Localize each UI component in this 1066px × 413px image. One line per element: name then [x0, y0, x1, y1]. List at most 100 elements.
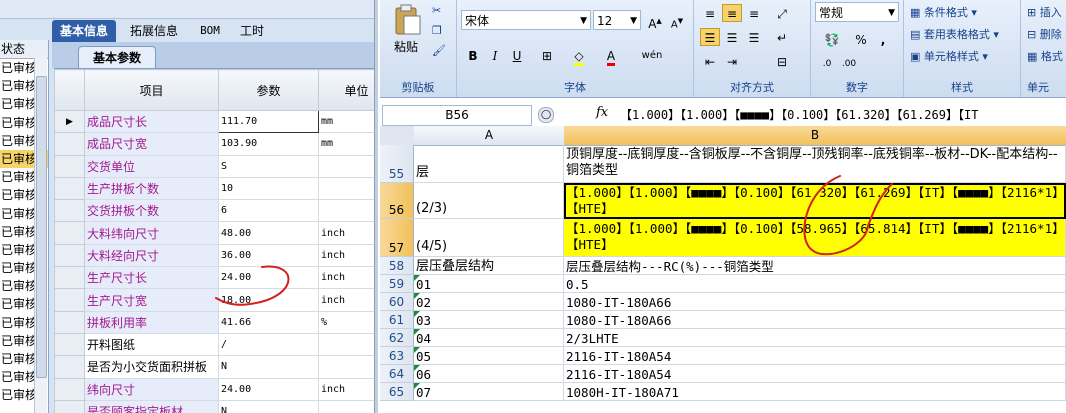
- param-value[interactable]: /: [218, 332, 319, 357]
- tab-bom[interactable]: BOM: [190, 20, 230, 42]
- align-middle-icon[interactable]: ≡: [722, 4, 742, 22]
- cell-a[interactable]: 05: [414, 347, 564, 365]
- cell-b[interactable]: 顶铜厚度--底铜厚度--含铜板厚--不含铜厚--顶残铜率--底残铜率--板材--…: [564, 145, 1066, 183]
- param-row[interactable]: 交货拼板个数 6: [54, 199, 378, 223]
- phonetic-icon[interactable]: wén: [637, 46, 667, 64]
- cell-a[interactable]: 03: [414, 311, 564, 329]
- name-box[interactable]: B56: [382, 105, 532, 126]
- align-left-icon[interactable]: ☰: [700, 28, 720, 46]
- borders-icon[interactable]: ⊞: [537, 46, 557, 64]
- cell-a[interactable]: (4/5): [414, 219, 564, 257]
- format-button[interactable]: ▦ 格式: [1027, 48, 1063, 64]
- align-top-icon[interactable]: ≡: [700, 4, 720, 22]
- orientation-icon[interactable]: ⤢: [772, 4, 792, 22]
- comma-icon[interactable]: ,: [873, 30, 893, 48]
- paste-button[interactable]: 粘贴: [394, 38, 418, 55]
- param-value[interactable]: 111.70: [218, 109, 319, 134]
- cell-a[interactable]: 层压叠层结构: [414, 257, 564, 275]
- col-header-b[interactable]: B: [564, 126, 1066, 146]
- param-row[interactable]: 成品尺寸宽 103.90 mm: [54, 132, 378, 156]
- param-value[interactable]: 24.00: [218, 377, 319, 401]
- row-header[interactable]: 64: [380, 365, 414, 383]
- param-row[interactable]: 开料图纸 /: [54, 332, 378, 357]
- param-row[interactable]: 大料经向尺寸 36.00 inch: [54, 243, 378, 268]
- status-scrollbar[interactable]: [34, 58, 47, 413]
- row-header[interactable]: 55: [380, 145, 414, 183]
- tab-labor-hours[interactable]: 工时: [232, 20, 272, 42]
- cell-a[interactable]: 04: [414, 329, 564, 347]
- conditional-format-button[interactable]: ▦ 条件格式 ▾: [910, 4, 977, 20]
- row-header[interactable]: 57: [380, 219, 414, 257]
- param-row[interactable]: 生产拼板个数 10: [54, 176, 378, 201]
- col-header-item[interactable]: 项目: [84, 69, 219, 111]
- tab-basic-params[interactable]: 基本参数: [78, 46, 156, 69]
- cell-b[interactable]: 1080-IT-180A66: [564, 293, 1066, 311]
- format-painter-icon[interactable]: 🖌: [432, 44, 446, 57]
- font-name-select[interactable]: 宋体 ▼: [461, 10, 591, 30]
- underline-icon[interactable]: U: [507, 46, 527, 64]
- select-all-corner[interactable]: [380, 126, 415, 146]
- cell-b[interactable]: 1080-IT-180A66: [564, 311, 1066, 329]
- decrease-decimal-icon[interactable]: .00: [839, 54, 859, 72]
- param-value[interactable]: 18.00: [218, 288, 319, 312]
- increase-decimal-icon[interactable]: .0: [817, 54, 837, 72]
- window-divider[interactable]: [374, 0, 378, 413]
- row-header[interactable]: 63: [380, 347, 414, 365]
- format-as-table-button[interactable]: ▤ 套用表格格式 ▾: [910, 26, 999, 42]
- merge-cells-icon[interactable]: ⊟: [772, 52, 792, 70]
- cell-a[interactable]: 07: [414, 383, 564, 401]
- param-row[interactable]: 纬向尺寸 24.00 inch: [54, 377, 378, 401]
- decrease-indent-icon[interactable]: ⇤: [700, 52, 720, 70]
- cell-b[interactable]: 【1.000】【1.000】【■■■■】【0.100】【61.320】【61.2…: [564, 183, 1066, 219]
- cell-a[interactable]: 层: [414, 145, 564, 183]
- shrink-font-icon[interactable]: A▼: [667, 11, 687, 30]
- bold-icon[interactable]: B: [463, 46, 483, 64]
- row-header[interactable]: 65: [380, 383, 414, 401]
- param-value[interactable]: N: [218, 399, 319, 413]
- param-row[interactable]: 是否为小交货面积拼板 N: [54, 355, 378, 379]
- cell-b[interactable]: 2/3LHTE: [564, 329, 1066, 347]
- italic-icon[interactable]: I: [485, 46, 505, 64]
- align-bottom-icon[interactable]: ≡: [744, 4, 764, 22]
- fill-color-icon[interactable]: ◇: [569, 46, 589, 66]
- param-row[interactable]: ▶ 成品尺寸长 111.70 mm: [54, 109, 378, 134]
- param-row[interactable]: 交货单位 S: [54, 154, 378, 178]
- tab-basic-info[interactable]: 基本信息: [52, 20, 116, 42]
- row-header[interactable]: 61: [380, 311, 414, 329]
- cell-b[interactable]: 1080H-IT-180A71: [564, 383, 1066, 401]
- currency-icon[interactable]: 💱: [817, 30, 847, 48]
- cell-styles-button[interactable]: ▣ 单元格样式 ▾: [910, 48, 988, 64]
- formula-input[interactable]: 【1.000】【1.000】【■■■■】【0.100】【61.320】【61.2…: [620, 105, 978, 125]
- namebox-dropdown-icon[interactable]: ◯: [538, 107, 554, 123]
- insert-function-icon[interactable]: fx: [596, 105, 608, 120]
- cell-a[interactable]: 01: [414, 275, 564, 293]
- copy-icon[interactable]: ❐: [432, 24, 442, 37]
- align-center-icon[interactable]: ☰: [722, 28, 742, 46]
- row-header[interactable]: 58: [380, 257, 414, 275]
- param-value[interactable]: S: [218, 154, 319, 178]
- param-row[interactable]: 大料纬向尺寸 48.00 inch: [54, 221, 378, 245]
- tab-extended-info[interactable]: 拓展信息: [122, 20, 186, 42]
- cell-b[interactable]: 层压叠层结构---RC(%)---铜箔类型: [564, 257, 1066, 275]
- paste-icon[interactable]: [392, 4, 422, 35]
- param-row[interactable]: 拼板利用率 41.66%: [54, 310, 378, 334]
- row-header[interactable]: 60: [380, 293, 414, 311]
- param-value[interactable]: N: [218, 355, 319, 379]
- cell-a[interactable]: (2/3): [414, 183, 564, 219]
- row-header[interactable]: 62: [380, 329, 414, 347]
- cut-icon[interactable]: ✂: [432, 4, 441, 17]
- percent-icon[interactable]: %: [851, 30, 871, 48]
- row-header[interactable]: 56: [380, 183, 414, 219]
- param-value[interactable]: 103.90: [218, 132, 319, 156]
- font-size-select[interactable]: 12 ▼: [593, 10, 641, 30]
- param-row[interactable]: 生产尺寸宽 18.00 inch: [54, 288, 378, 312]
- col-header-a[interactable]: A: [414, 126, 565, 146]
- param-value[interactable]: 41.66: [218, 310, 319, 334]
- param-value[interactable]: 10: [218, 176, 319, 201]
- increase-indent-icon[interactable]: ⇥: [722, 52, 742, 70]
- cell-b[interactable]: 【1.000】【1.000】【■■■■】【0.100】【58.965】【65.8…: [564, 219, 1066, 257]
- cell-b[interactable]: 2116-IT-180A54: [564, 347, 1066, 365]
- number-format-select[interactable]: 常规 ▼: [815, 2, 899, 22]
- param-value[interactable]: 6: [218, 199, 319, 223]
- col-header-param[interactable]: 参数: [218, 69, 319, 111]
